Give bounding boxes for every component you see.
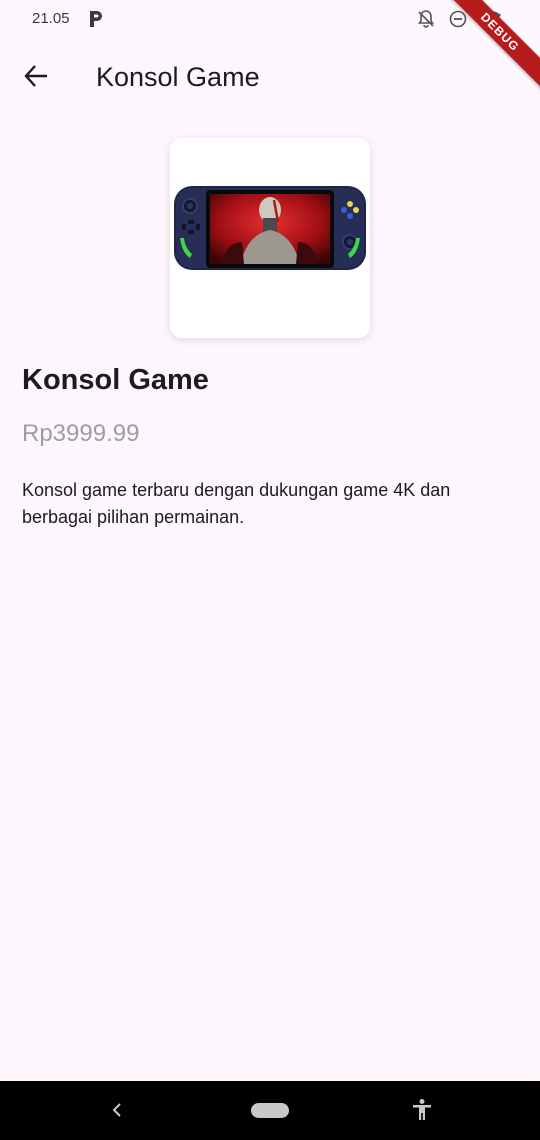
notifications-off-icon [416, 9, 436, 29]
wifi-icon [480, 9, 501, 29]
system-nav-bar [0, 1081, 540, 1140]
arrow-back-icon [23, 63, 49, 94]
back-button[interactable] [12, 54, 60, 102]
nav-back-icon[interactable] [106, 1099, 128, 1121]
home-pill-icon[interactable] [251, 1103, 289, 1118]
app-bar: Konsol Game [0, 40, 540, 116]
parking-app-icon [88, 10, 104, 28]
do-not-disturb-icon [448, 9, 468, 29]
handheld-game-console [174, 186, 366, 270]
status-time: 21.05 [32, 10, 70, 27]
product-name: Konsol Game [22, 364, 209, 396]
status-bar: 21.05 [0, 0, 540, 40]
product-image-card [170, 138, 370, 338]
page-title: Konsol Game [96, 62, 260, 92]
status-icons [416, 9, 501, 29]
accessibility-icon[interactable] [411, 1098, 433, 1122]
product-description: Konsol game terbaru dengan dukungan game… [22, 480, 451, 527]
product-price: Rp3999.99 [22, 420, 140, 447]
